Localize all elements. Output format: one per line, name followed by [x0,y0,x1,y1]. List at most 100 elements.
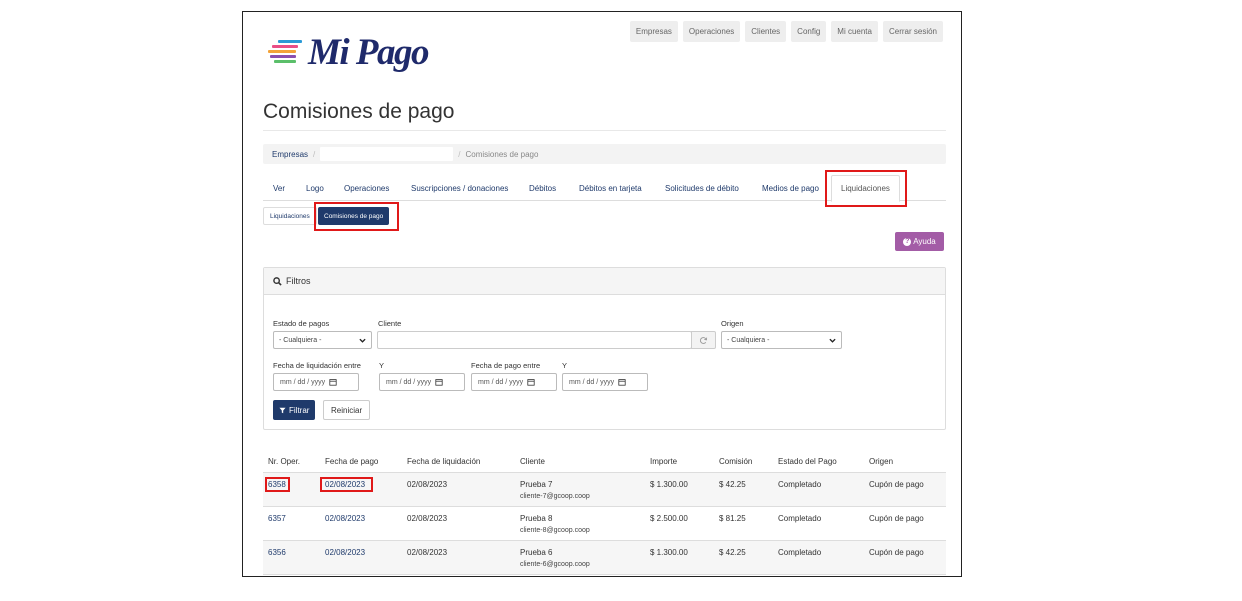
estado-pagos-label: Estado de pagos [273,319,330,328]
topnav-mi-cuenta[interactable]: Mi cuenta [831,21,878,42]
section-tabs: Ver Logo Operaciones Suscripciones / don… [263,175,946,202]
tab-operaciones[interactable]: Operaciones [344,175,389,201]
commission: $ 81.25 [719,514,746,523]
estado-pagos-select[interactable]: - Cualquiera - [273,331,372,349]
payment-date-link[interactable]: 02/08/2023 [325,479,365,491]
header-fecha-liquidacion: Fecha de liquidación [407,457,481,466]
payment-date-link[interactable]: 02/08/2023 [325,513,365,525]
header-cliente: Cliente [520,457,545,466]
breadcrumb-current: Comisiones de pago [465,149,539,159]
payment-origin: Cupón de pago [869,480,924,489]
operation-number-link[interactable]: 6357 [268,513,286,525]
date-placeholder: mm / dd / yyyy [569,378,615,386]
cliente-input[interactable] [377,331,692,349]
client-name: Prueba 6 [520,548,553,557]
fecha-pago-y-label: Y [562,361,568,370]
date-placeholder: mm / dd / yyyy [280,378,326,386]
amount: $ 1.300.00 [650,548,688,557]
filter-icon [279,407,286,413]
payment-origin: Cupón de pago [869,514,924,523]
fecha-liquidacion-label: Fecha de liquidación entre [273,361,361,370]
page-title: Comisiones de pago [263,100,455,123]
topnav-empresas[interactable]: Empresas [629,21,678,42]
origen-value: - Cualquiera - [727,336,770,344]
filtrar-button[interactable]: Filtrar [273,400,316,420]
client-email: cliente-8@gcoop.coop [520,527,590,534]
header-comision: Comisión [719,457,753,466]
breadcrumb-empresas[interactable]: Empresas [272,150,308,159]
reiniciar-button[interactable]: Reiniciar [323,400,371,420]
fecha-pago-desde-input[interactable]: mm / dd / yyyy [471,373,557,391]
refresh-icon [699,336,708,344]
calendar-icon [527,379,535,386]
question-circle-icon: ? [903,237,912,246]
breadcrumb: Empresas / / Comisiones de pago [263,144,946,164]
logo-text: Mi Pago [308,31,430,73]
subtab-comisiones-pago[interactable]: Comisiones de pago [318,207,390,225]
calendar-icon [435,379,443,386]
fecha-liquidacion-desde-input[interactable]: mm / dd / yyyy [273,373,359,391]
cliente-label: Cliente [378,319,402,328]
breadcrumb-company-redacted[interactable] [320,147,454,161]
top-nav: Empresas Operaciones Clientes Config Mi … [629,21,943,42]
filtrar-label: Filtrar [289,405,310,415]
tab-medios-pago[interactable]: Medios de pago [762,175,819,201]
tab-debitos[interactable]: Débitos [529,175,556,201]
subtab-liquidaciones[interactable]: Liquidaciones [263,207,317,225]
breadcrumb-separator: / [313,149,316,159]
client-email: cliente-7@gcoop.coop [520,493,590,500]
topnav-operaciones[interactable]: Operaciones [682,21,741,42]
table-row: 6358 02/08/2023 02/08/2023 Prueba 7 clie… [263,473,946,507]
date-placeholder: mm / dd / yyyy [478,378,524,386]
header-importe: Importe [650,457,678,466]
operation-number-link[interactable]: 6356 [268,547,286,559]
filter-panel-title: Filtros [286,276,311,286]
cliente-refresh-button[interactable] [691,331,716,349]
results-table: Nr. Oper. Fecha de pago Fecha de liquida… [263,452,946,575]
table-row: 6356 02/08/2023 02/08/2023 Prueba 6 clie… [263,541,946,575]
estado-pagos-value: - Cualquiera - [279,336,322,344]
date-placeholder: mm / dd / yyyy [386,378,432,386]
tab-solicitudes-debito[interactable]: Solicitudes de débito [665,175,739,201]
header-origen: Origen [869,457,894,466]
settlement-date: 02/08/2023 [407,480,448,489]
client-name: Prueba 8 [520,514,553,523]
payment-origin: Cupón de pago [869,548,924,557]
topnav-clientes[interactable]: Clientes [745,21,787,42]
title-divider [263,130,946,131]
client-cell: Prueba 8 cliente-8@gcoop.coop [520,513,590,537]
breadcrumb-separator: / [458,149,461,159]
client-cell: Prueba 6 cliente-6@gcoop.coop [520,547,590,571]
settlement-date: 02/08/2023 [407,548,448,557]
fecha-pago-label: Fecha de pago entre [471,361,541,370]
tab-ver[interactable]: Ver [273,175,285,201]
mipago-logo[interactable]: Mi Pago [266,30,430,74]
payment-date-link[interactable]: 02/08/2023 [325,547,365,559]
fecha-pago-hasta-input[interactable]: mm / dd / yyyy [562,373,648,391]
settlement-date: 02/08/2023 [407,514,448,523]
origen-select[interactable]: - Cualquiera - [721,331,842,349]
search-icon [273,276,282,286]
tab-liquidaciones[interactable]: Liquidaciones [831,175,900,202]
commission: $ 42.25 [719,480,746,489]
topnav-cerrar-sesion[interactable]: Cerrar sesión [882,21,943,42]
table-header: Nr. Oper. Fecha de pago Fecha de liquida… [263,452,946,473]
operation-number-link[interactable]: 6358 [268,479,286,491]
payment-status: Completado [778,480,822,489]
tab-debitos-tarjeta[interactable]: Débitos en tarjeta [579,175,642,201]
amount: $ 1.300.00 [650,480,688,489]
app-frame: Mi Pago Empresas Operaciones Clientes Co… [242,11,962,577]
chevron-down-icon [829,338,836,343]
commission: $ 42.25 [719,548,746,557]
tab-suscripciones[interactable]: Suscripciones / donaciones [411,175,508,201]
client-cell: Prueba 7 cliente-7@gcoop.coop [520,479,590,503]
client-email: cliente-6@gcoop.coop [520,561,590,568]
calendar-icon [329,379,337,386]
topnav-config[interactable]: Config [791,21,827,42]
help-button[interactable]: ? Ayuda [895,232,944,251]
fecha-liquidacion-y-label: Y [379,361,385,370]
header-nr-oper: Nr. Oper. [268,457,301,466]
tab-logo[interactable]: Logo [306,175,324,201]
fecha-liquidacion-hasta-input[interactable]: mm / dd / yyyy [379,373,465,391]
header-estado-pago: Estado del Pago [778,457,837,466]
